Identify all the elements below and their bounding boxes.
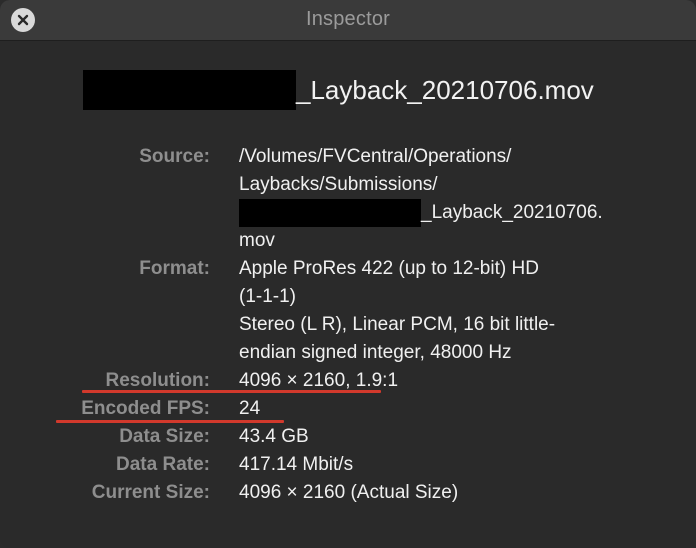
- value-line: (1-1-1): [239, 286, 297, 307]
- properties-list: Source: /Volumes/FVCentral/Operations/ L…: [0, 143, 696, 507]
- value-line: endian signed integer, 48000 Hz: [239, 342, 512, 363]
- property-label: Current Size:: [91, 482, 210, 503]
- property-label: Encoded FPS:: [81, 398, 210, 419]
- property-label: Format:: [139, 258, 210, 279]
- value-line: mov: [239, 230, 275, 251]
- window-title: Inspector: [305, 8, 391, 30]
- property-value: 43.4 GB: [239, 426, 309, 447]
- property-data-size: Data Size: 43.4 GB: [0, 423, 696, 451]
- value-line-suffix: _Layback_20210706.: [421, 202, 603, 223]
- property-source: Source: /Volumes/FVCentral/Operations/ L…: [0, 143, 696, 255]
- property-value: 4096 × 2160 (Actual Size): [239, 482, 459, 503]
- value-line: /Volumes/FVCentral/Operations/: [239, 146, 512, 167]
- property-label: Source:: [139, 146, 210, 167]
- value-line: Apple ProRes 422 (up to 12-bit) HD: [239, 258, 539, 279]
- property-value: /Volumes/FVCentral/Operations/ Laybacks/…: [239, 143, 639, 255]
- value-line-redacted: _Layback_20210706.: [239, 199, 639, 227]
- property-encoded-fps: Encoded FPS: 24: [0, 395, 696, 423]
- file-name-suffix: _Layback_20210706.mov: [296, 74, 594, 105]
- property-current-size: Current Size: 4096 × 2160 (Actual Size): [0, 479, 696, 507]
- property-data-rate: Data Rate: 417.14 Mbit/s: [0, 451, 696, 479]
- property-resolution: Resolution: 4096 × 2160, 1.9:1: [0, 367, 696, 395]
- inspector-window: Inspector _Layback_20210706.mov Source: …: [0, 0, 696, 548]
- property-value: 417.14 Mbit/s: [239, 454, 354, 475]
- file-name: _Layback_20210706.mov: [83, 70, 594, 110]
- redacted-block: [83, 70, 296, 110]
- redacted-block: [239, 199, 421, 227]
- value-line: Stereo (L R), Linear PCM, 16 bit little-: [239, 314, 556, 335]
- property-value: 24: [239, 398, 261, 419]
- red-underline-resolution: [82, 390, 381, 393]
- value-line: Laybacks/Submissions/: [239, 174, 438, 195]
- title-bar: Inspector: [0, 0, 696, 41]
- property-format: Format: Apple ProRes 422 (up to 12-bit) …: [0, 255, 696, 367]
- property-label: Data Size:: [119, 426, 210, 447]
- property-value: Apple ProRes 422 (up to 12-bit) HD (1-1-…: [239, 255, 639, 367]
- property-label: Data Rate:: [116, 454, 210, 475]
